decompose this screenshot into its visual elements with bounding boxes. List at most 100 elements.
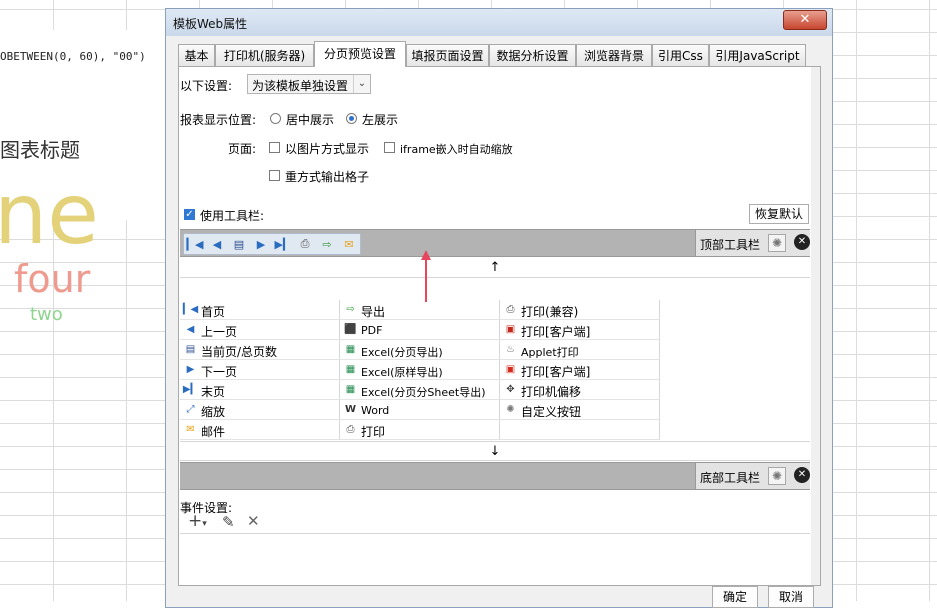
- page-count-icon: ▤: [185, 344, 196, 355]
- image-mode-label: 以图片方式显示: [285, 142, 370, 156]
- gear-icon[interactable]: ✺: [768, 234, 786, 252]
- list-item-prev-page[interactable]: ◀ 上一页: [180, 320, 340, 340]
- up-arrow[interactable]: ↑: [180, 258, 810, 278]
- list-item-label: Excel(原样导出): [361, 366, 443, 379]
- first-page-icon[interactable]: ▎◀: [184, 234, 206, 254]
- list-item-excel-page[interactable]: ▦ Excel(分页导出): [340, 340, 500, 360]
- tab-javascript[interactable]: 引用JavaScript: [709, 44, 806, 66]
- tab-browser-background[interactable]: 浏览器背景: [576, 44, 652, 66]
- page-preview-panel: 以下设置: 为该模板单独设置 ⌄ 报表显示位置: 居中展示 左展示 页面: 以图…: [178, 66, 821, 586]
- prev-page-icon[interactable]: ◀: [206, 234, 228, 254]
- list-item-last-page[interactable]: ▶▎ 末页: [180, 380, 340, 400]
- radio-center[interactable]: [270, 113, 281, 124]
- list-item-print[interactable]: ⎙ 打印: [340, 420, 500, 440]
- list-item-pdf[interactable]: ⬛ PDF: [340, 320, 500, 340]
- list-item-excel-sheet[interactable]: ▦ Excel(分页分Sheet导出): [340, 380, 500, 400]
- next-page-icon[interactable]: ▶: [250, 234, 272, 254]
- export-icon[interactable]: ⇨: [316, 234, 338, 254]
- display-position-label: 报表显示位置:: [180, 113, 257, 127]
- radio-center-label: 居中展示: [286, 113, 335, 127]
- list-item-label: PDF: [361, 324, 383, 337]
- list-item-label: Applet打印: [521, 346, 579, 359]
- settings-select[interactable]: 为该模板单独设置 ⌄: [247, 74, 371, 94]
- title-bar[interactable]: 模板Web属性 ✕: [166, 9, 832, 36]
- list-item-pdf-print[interactable]: ▣ 打印[客户端]: [500, 360, 660, 380]
- down-arrow[interactable]: ↓: [180, 441, 810, 461]
- image-mode-checkbox[interactable]: [269, 142, 280, 153]
- excel-icon: ▦: [345, 384, 356, 395]
- top-toolbar-icons: ▎◀ ◀ ▤ ▶ ▶▎ ⎙ ⇨ ✉: [183, 233, 361, 255]
- tab-printer-server[interactable]: 打印机(服务器): [215, 44, 314, 66]
- applet-icon: ♨: [506, 344, 515, 355]
- list-item-zoom[interactable]: ⤢ 缩放: [180, 400, 340, 420]
- list-item-excel-original[interactable]: ▦ Excel(原样导出): [340, 360, 500, 380]
- mail-icon[interactable]: ✉: [338, 234, 360, 254]
- list-item-label: 导出: [361, 305, 386, 319]
- list-item-next-page[interactable]: ▶ 下一页: [180, 360, 340, 380]
- bottom-toolbar-strip[interactable]: 底部工具栏 ✺ ✕: [180, 462, 810, 490]
- iframe-zoom-label: iframe嵌入时自动缩放: [400, 143, 513, 156]
- top-toolbar-strip[interactable]: ▎◀ ◀ ▤ ▶ ▶▎ ⎙ ⇨ ✉ 顶部工具栏 ✺ ✕: [180, 229, 810, 257]
- list-item-word[interactable]: W Word: [340, 400, 500, 420]
- pdf-print-icon: ▣: [505, 364, 516, 375]
- iframe-zoom-checkbox[interactable]: [384, 142, 395, 153]
- gear-icon: ✺: [506, 404, 515, 415]
- word-icon: W: [344, 404, 357, 415]
- last-page-icon[interactable]: ▶▎: [272, 234, 294, 254]
- print-icon: ⎙: [346, 424, 355, 435]
- heavy-output-checkbox[interactable]: [269, 170, 280, 181]
- event-list[interactable]: [180, 533, 810, 577]
- zoom-icon: ⤢: [186, 404, 195, 415]
- heavy-output-label: 重方式输出格子: [285, 170, 370, 184]
- list-item-label: Excel(分页导出): [361, 346, 443, 359]
- restore-default-button[interactable]: 恢复默认: [749, 204, 809, 224]
- bottom-toolbar-side: 底部工具栏 ✺ ✕: [695, 463, 810, 489]
- list-item-label: 末页: [201, 385, 226, 399]
- close-button[interactable]: ✕: [783, 10, 827, 30]
- list-item-label: 打印(兼容): [521, 305, 579, 319]
- close-icon[interactable]: ✕: [794, 467, 810, 483]
- print-icon[interactable]: ⎙: [294, 234, 316, 254]
- tab-data-analysis[interactable]: 数据分析设置: [489, 44, 576, 66]
- page-count-icon[interactable]: ▤: [228, 234, 250, 254]
- next-page-icon: ▶: [186, 364, 195, 375]
- tab-fill-page[interactable]: 填报页面设置: [406, 44, 489, 66]
- list-item-label: 上一页: [201, 325, 238, 339]
- dialog-title: 模板Web属性: [173, 17, 248, 31]
- cancel-button[interactable]: 取消: [768, 586, 814, 608]
- list-item-mail[interactable]: ✉ 邮件: [180, 420, 340, 440]
- list-item-applet-print[interactable]: ♨ Applet打印: [500, 340, 660, 360]
- list-item-custom-button[interactable]: ✺ 自定义按钮: [500, 400, 660, 420]
- radio-left[interactable]: [346, 113, 357, 124]
- list-item-label: 缩放: [201, 405, 226, 419]
- use-toolbar-label: 使用工具栏:: [200, 209, 265, 223]
- list-item-export[interactable]: ⇨ 导出: [340, 300, 500, 320]
- list-item-page-count[interactable]: ▤ 当前页/总页数: [180, 340, 340, 360]
- wordcloud-word-ne: ne: [0, 165, 99, 263]
- flash-print-icon: ▣: [505, 324, 516, 335]
- annotation-arrowhead: [421, 250, 431, 260]
- page-label: 页面:: [228, 142, 257, 156]
- tab-css[interactable]: 引用Css: [652, 44, 709, 66]
- add-icon[interactable]: +▾: [188, 511, 207, 531]
- close-icon[interactable]: ✕: [794, 234, 810, 250]
- tab-page-preview[interactable]: 分页预览设置: [314, 41, 406, 67]
- edit-icon[interactable]: ✎: [222, 513, 235, 531]
- list-item-label: 自定义按钮: [521, 405, 582, 419]
- prev-page-icon: ◀: [186, 324, 195, 335]
- excel-icon: ▦: [345, 344, 356, 355]
- spacer-row: [180, 278, 810, 298]
- tab-basic[interactable]: 基本: [178, 44, 215, 66]
- list-item-label: 打印[客户端]: [521, 365, 591, 379]
- list-item-label: Excel(分页分Sheet导出): [361, 386, 486, 399]
- delete-icon[interactable]: ✕: [247, 512, 260, 530]
- list-item-print-compatible[interactable]: ⎙ 打印(兼容): [500, 300, 660, 320]
- use-toolbar-checkbox[interactable]: ✓: [184, 209, 195, 220]
- gear-icon[interactable]: ✺: [768, 467, 786, 485]
- vertical-scrollbar[interactable]: [811, 67, 820, 585]
- move-icon: ✥: [506, 384, 515, 395]
- list-item-printer-offset[interactable]: ✥ 打印机偏移: [500, 380, 660, 400]
- ok-button[interactable]: 确定: [712, 586, 758, 608]
- list-item-flash-print[interactable]: ▣ 打印[客户端]: [500, 320, 660, 340]
- list-item-first-page[interactable]: ▎◀ 首页: [180, 300, 340, 320]
